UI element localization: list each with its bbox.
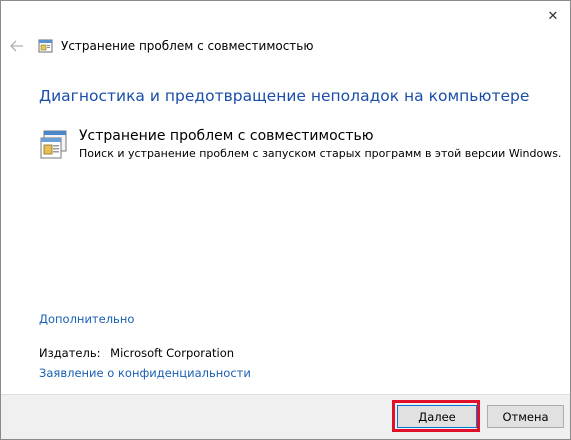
troubleshooter-window: ✕ Устранение проблем с совместимостью Ди…	[0, 0, 571, 440]
compatibility-troubleshooter-icon	[40, 130, 67, 159]
title-row: Устранение проблем с совместимостью	[1, 33, 570, 59]
back-arrow-icon	[10, 40, 23, 52]
troubleshooter-item: Устранение проблем с совместимостью Поис…	[39, 127, 561, 162]
publisher-value: Microsoft Corporation	[110, 346, 235, 360]
page-heading: Диагностика и предотвращение неполадок н…	[39, 87, 530, 105]
troubleshooter-small-icon	[38, 39, 53, 53]
close-button[interactable]: ✕	[536, 1, 570, 31]
publisher-info: Издатель: Microsoft Corporation	[39, 346, 234, 360]
next-button[interactable]: Далее	[397, 405, 477, 428]
close-icon: ✕	[547, 8, 559, 24]
back-button[interactable]	[9, 38, 25, 54]
troubleshooter-description: Поиск и устранение проблем с запуском ст…	[79, 147, 562, 160]
privacy-statement-link[interactable]: Заявление о конфиденциальности	[39, 366, 251, 380]
advanced-link[interactable]: Дополнительно	[39, 312, 134, 326]
cancel-button[interactable]: Отмена	[487, 405, 564, 428]
button-bar: Далее Отмена	[1, 394, 570, 439]
troubleshooter-title: Устранение проблем с совместимостью	[79, 128, 374, 144]
troubleshooter-text: Устранение проблем с совместимостью Поис…	[79, 127, 561, 162]
publisher-label: Издатель:	[39, 346, 101, 360]
window-title: Устранение проблем с совместимостью	[61, 39, 314, 53]
